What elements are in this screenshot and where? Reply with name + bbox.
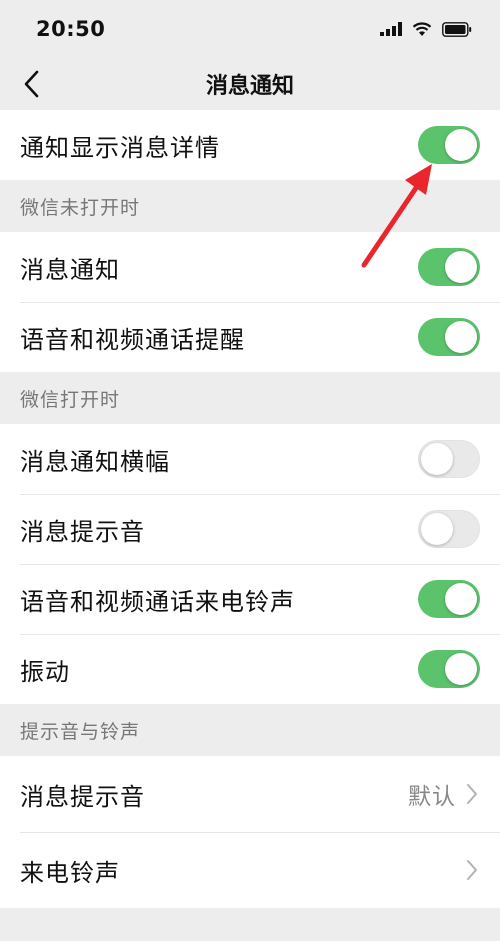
signal-icon [380,22,402,36]
message-sound-value: 默认 [408,784,456,810]
banner-toggle[interactable] [418,440,480,478]
status-time: 20:50 [36,17,106,41]
call-ringtone-toggle[interactable] [418,580,480,618]
row-label: 消息通知 [20,255,120,284]
row-right [456,858,480,882]
notification-detail-toggle[interactable] [418,126,480,164]
row-vibration: 振动 [0,634,500,704]
row-label: 语音和视频通话提醒 [20,325,245,354]
section-header-open: 微信打开时 [20,388,121,411]
alert-sound-toggle[interactable] [418,510,480,548]
status-bar: 20:50 [0,0,500,58]
row-label: 振动 [20,657,70,686]
row-notification-detail: 通知显示消息详情 [0,110,500,180]
row-call-reminder: 语音和视频通话提醒 [0,302,500,372]
section-header-closed: 微信未打开时 [20,196,141,219]
call-reminder-toggle[interactable] [418,318,480,356]
toggle-knob [445,653,477,685]
chevron-right-icon [466,782,480,806]
row-label: 消息提示音 [20,782,145,811]
vibration-toggle[interactable] [418,650,480,688]
toggle-knob [445,251,477,283]
wifi-icon [412,21,432,36]
toggle-knob [421,443,453,475]
toggle-knob [445,129,477,161]
toggle-knob [445,321,477,353]
row-label: 消息通知横幅 [20,447,170,476]
row-alert-sound: 消息提示音 [0,494,500,564]
nav-bar: 消息通知 [0,58,500,110]
row-label: 消息提示音 [20,517,145,546]
page-title: 消息通知 [205,74,294,99]
toggle-knob [445,583,477,615]
message-notification-toggle[interactable] [418,248,480,286]
row-label: 语音和视频通话来电铃声 [20,587,295,616]
row-call-ringtone: 语音和视频通话来电铃声 [0,564,500,634]
chevron-left-icon [24,70,39,98]
battery-icon [442,21,472,37]
row-label: 通知显示消息详情 [20,133,220,162]
chevron-right-icon [466,858,480,882]
status-icons [380,21,472,37]
row-ringtone[interactable]: 来电铃声 [0,832,500,908]
back-button[interactable] [16,66,46,102]
toggle-knob [421,513,453,545]
section-header-sounds: 提示音与铃声 [20,720,141,743]
row-banner: 消息通知横幅 [0,424,500,494]
row-message-sound[interactable]: 消息提示音 默认 [0,756,500,832]
row-right: 默认 [408,777,480,811]
row-message-notification: 消息通知 [0,232,500,302]
row-label: 来电铃声 [20,858,120,887]
